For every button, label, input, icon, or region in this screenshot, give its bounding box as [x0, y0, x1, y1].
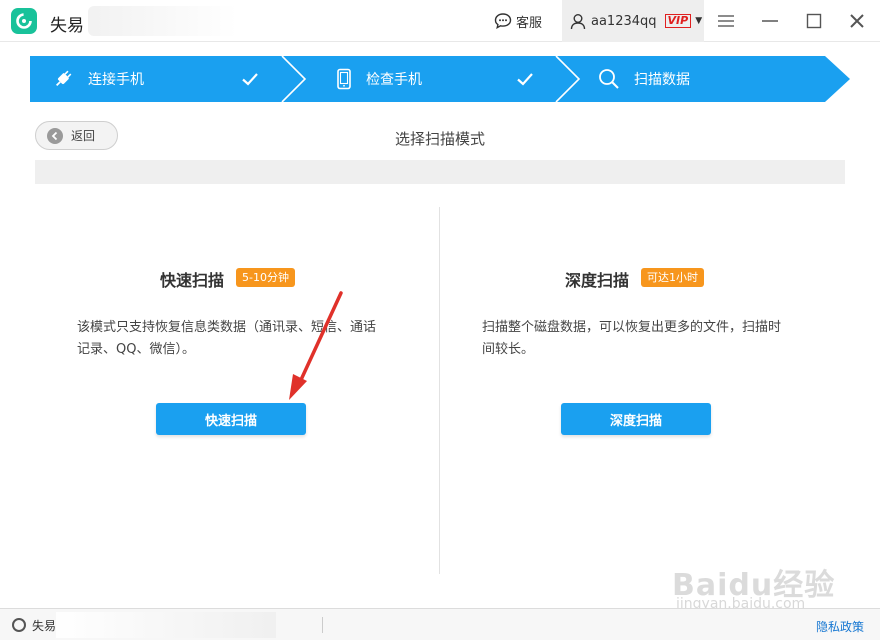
- status-bar: 失易 隐私政策: [0, 608, 880, 640]
- customer-service-label: 客服: [516, 15, 543, 31]
- user-account-menu[interactable]: aa1234qq VIP ▼: [562, 0, 704, 42]
- status-app-name: 失易: [32, 619, 57, 633]
- check-icon: [517, 73, 533, 86]
- red-arrow-annotation-icon: [289, 291, 343, 400]
- quick-scan-duration-badge: 5-10分钟: [236, 268, 295, 287]
- panel-divider: [439, 207, 440, 574]
- back-label: 返回: [71, 129, 96, 143]
- step-label: 扫描数据: [634, 72, 690, 88]
- deep-scan-description: 扫描整个磁盘数据，可以恢复出更多的文件，扫描时 间较长。: [482, 317, 781, 361]
- back-arrow-icon: [47, 127, 63, 144]
- user-icon: [570, 13, 586, 29]
- maximize-icon[interactable]: [802, 10, 826, 32]
- quick-scan-title: 快速扫描: [160, 271, 225, 290]
- description-line: 扫描整个磁盘数据，可以恢复出更多的文件，扫描时: [482, 320, 782, 335]
- check-icon: [242, 73, 258, 86]
- app-status-icon: [12, 618, 26, 632]
- app-logo-icon: [11, 8, 37, 34]
- close-icon[interactable]: [845, 10, 869, 32]
- minimize-icon[interactable]: [758, 10, 782, 32]
- step-scan-data: 扫描数据: [598, 56, 690, 102]
- step-label: 连接手机: [88, 72, 144, 88]
- customer-service-button[interactable]: 客服: [494, 10, 542, 32]
- deep-scan-button[interactable]: 深度扫描: [561, 403, 711, 435]
- deep-scan-title: 深度扫描: [565, 271, 630, 290]
- phone-icon: [337, 68, 351, 90]
- chevron-down-icon[interactable]: ▼: [695, 16, 702, 26]
- deep-scan-duration-badge: 可达1小时: [641, 268, 704, 287]
- blurred-title-region: [88, 6, 238, 36]
- search-icon: [599, 69, 619, 89]
- step-check-phone: 检查手机: [336, 56, 422, 102]
- vip-badge: VIP: [664, 14, 692, 28]
- back-button[interactable]: 返回: [35, 121, 118, 150]
- description-line: 间较长。: [482, 342, 535, 357]
- title-bar: 失易 客服 aa1234qq VIP ▼: [0, 0, 880, 42]
- menu-icon[interactable]: [714, 10, 738, 32]
- step-label: 检查手机: [366, 72, 422, 88]
- blurred-status-region: [56, 612, 276, 638]
- quick-scan-button[interactable]: 快速扫描: [156, 403, 306, 435]
- page-title: 选择扫描模式: [394, 130, 485, 148]
- step-connect-phone: 连接手机: [52, 56, 144, 102]
- plug-icon: [55, 70, 72, 87]
- chat-bubble-icon: [494, 13, 512, 29]
- status-divider: [322, 617, 323, 633]
- privacy-policy-link[interactable]: 隐私政策: [816, 618, 864, 635]
- app-title: 失易: [50, 16, 84, 36]
- progress-steps: 连接手机 检查手机 扫描数据: [30, 56, 850, 102]
- header-band: [35, 160, 845, 184]
- username: aa1234qq: [591, 13, 657, 29]
